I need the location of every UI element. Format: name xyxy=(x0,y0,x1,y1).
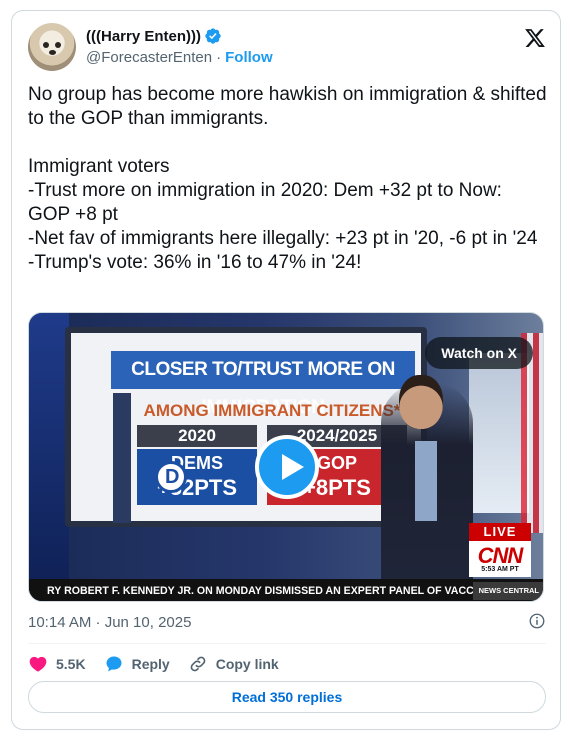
action-bar: 5.5K Reply Copy link xyxy=(28,653,297,675)
column-2020: 2020 xyxy=(137,425,257,447)
ticker-tag: NEWS CENTRAL xyxy=(472,582,543,600)
studio-background xyxy=(29,313,69,601)
reply-button[interactable]: Reply xyxy=(104,654,170,674)
timestamp[interactable]: 10:14 AM · Jun 10, 2025 xyxy=(28,614,191,631)
display-name[interactable]: (((Harry Enten))) xyxy=(86,28,201,45)
network-bug: CNN 5:53 AM PT xyxy=(469,541,531,577)
live-badge: LIVE xyxy=(469,523,531,541)
timestamp-row: 10:14 AM · Jun 10, 2025 xyxy=(28,612,546,632)
network-time: 5:53 AM PT xyxy=(481,566,519,573)
handle-row: @ForecasterEnten · Follow xyxy=(86,49,273,66)
play-icon[interactable] xyxy=(255,435,319,499)
separator: · xyxy=(216,49,222,66)
avatar[interactable] xyxy=(28,23,76,71)
verified-badge-icon xyxy=(205,28,221,44)
heart-icon xyxy=(29,656,47,672)
screen-subtitle: AMONG IMMIGRANT CITIZENS* xyxy=(143,401,401,420)
ticker-text: RY ROBERT F. KENNEDY JR. ON MONDAY DISMI… xyxy=(47,585,502,597)
tweet-text: No group has become more hawkish on immi… xyxy=(28,84,547,273)
watch-on-x-button[interactable]: Watch on X xyxy=(425,337,533,369)
news-ticker: RY ROBERT F. KENNEDY JR. ON MONDAY DISMI… xyxy=(29,579,543,601)
studio-screen: CLOSER TO/TRUST MORE ON IMMIGRATION AMON… xyxy=(65,327,427,527)
presenter xyxy=(381,375,473,601)
screen-title: CLOSER TO/TRUST MORE ON IMMIGRATION xyxy=(111,351,415,418)
name-row: (((Harry Enten))) xyxy=(86,26,222,46)
x-logo-icon[interactable] xyxy=(524,27,546,49)
tweet-card: (((Harry Enten))) @ForecasterEnten · Fol… xyxy=(11,10,561,730)
divider xyxy=(28,643,546,644)
tweet-header: (((Harry Enten))) @ForecasterEnten · Fol… xyxy=(28,23,546,71)
studio-window xyxy=(469,353,529,513)
read-replies-button[interactable]: Read 350 replies xyxy=(28,681,546,713)
video-player[interactable]: CLOSER TO/TRUST MORE ON IMMIGRATION AMON… xyxy=(28,312,544,602)
democrat-logo-icon xyxy=(155,461,187,493)
copy-link-button[interactable]: Copy link xyxy=(188,654,279,674)
copy-link-label: Copy link xyxy=(215,656,279,672)
follow-button[interactable]: Follow xyxy=(225,49,273,66)
like-button[interactable]: 5.5K xyxy=(28,654,86,674)
info-icon[interactable] xyxy=(528,612,546,630)
like-count: 5.5K xyxy=(56,656,86,672)
handle[interactable]: @ForecasterEnten xyxy=(86,49,212,66)
reply-label: Reply xyxy=(131,656,170,672)
link-icon xyxy=(190,656,206,672)
reply-bubble-icon xyxy=(106,656,122,672)
